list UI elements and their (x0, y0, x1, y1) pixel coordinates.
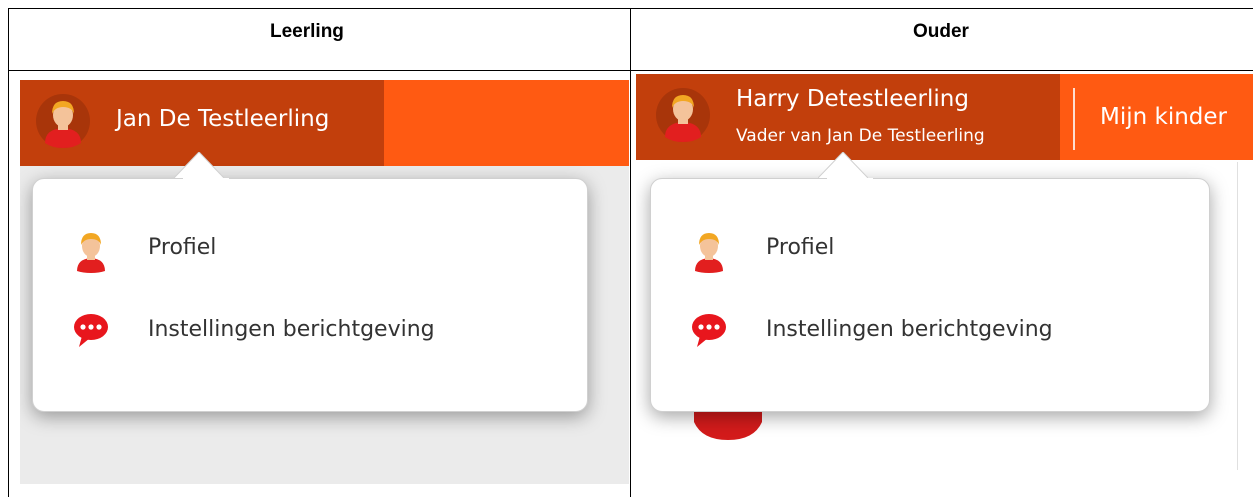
table-header-divider (8, 70, 1253, 71)
menu-item-profiel[interactable]: Profiel (651, 229, 1209, 273)
speech-bubble-icon (692, 314, 726, 347)
menu-item-label: Profiel (148, 235, 217, 260)
menu-item-label: Profiel (766, 235, 835, 260)
dropdown-caret (174, 152, 224, 178)
dropdown-menu: Profiel Instellingen berichtgeving (636, 74, 1253, 470)
dropdown-menu: Profiel Instellingen berichtgeving (20, 80, 629, 484)
user-icon (77, 233, 105, 273)
table-border-left (8, 8, 9, 497)
dropdown-panel: Profiel Instellingen berichtgeving (32, 178, 588, 412)
dropdown-caret (818, 152, 868, 178)
menu-item-instellingen[interactable]: Instellingen berichtgeving (33, 311, 587, 355)
table-column-divider (630, 8, 631, 497)
menu-item-label: Instellingen berichtgeving (766, 317, 1053, 342)
parent-screenshot: Harry Detestleerling Vader van Jan De Te… (636, 74, 1253, 470)
header-ouder: Ouder (913, 21, 969, 42)
user-icon (695, 233, 723, 273)
menu-item-profiel[interactable]: Profiel (33, 229, 587, 273)
menu-item-label: Instellingen berichtgeving (148, 317, 435, 342)
header-leerling: Leerling (270, 21, 344, 42)
student-screenshot: Jan De Testleerling Profiel Instellingen… (20, 80, 629, 484)
menu-item-instellingen[interactable]: Instellingen berichtgeving (651, 311, 1209, 355)
dropdown-panel: Profiel Instellingen berichtgeving (650, 178, 1210, 412)
speech-bubble-icon (74, 314, 108, 347)
